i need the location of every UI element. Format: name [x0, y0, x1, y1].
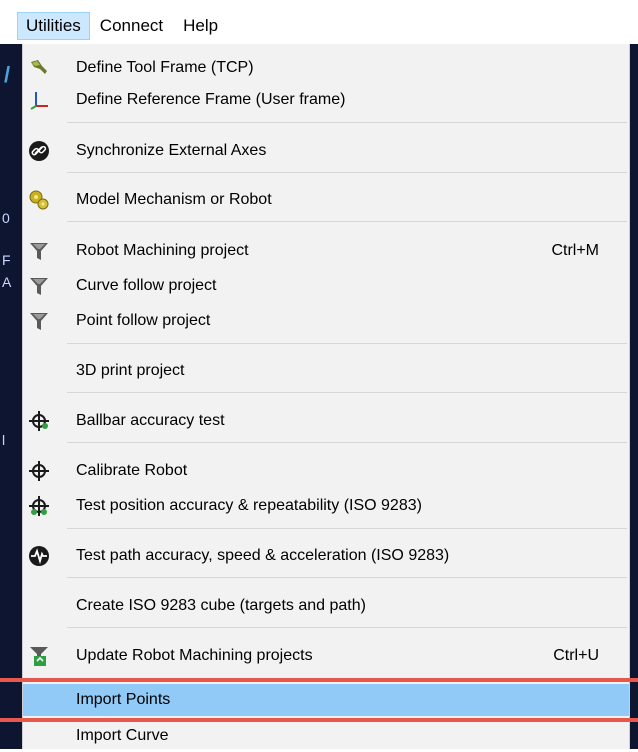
menu-item-create-iso-cube[interactable]: Create ISO 9283 cube (targets and path) [23, 590, 629, 622]
menu-item-define-reference-frame[interactable]: Define Reference Frame (User frame) [23, 84, 629, 116]
menu-item-label: Synchronize External Axes [76, 142, 267, 159]
menu-item-label: Import Curve [76, 727, 169, 744]
update-machining-icon [27, 644, 51, 668]
menu-item-label: Test position accuracy & repeatability (… [76, 497, 422, 514]
menu-item-import-curve[interactable]: Import Curve [23, 720, 629, 752]
menu-item-import-points[interactable]: Import Points [23, 684, 629, 716]
bg-text-fragment: l [2, 432, 6, 448]
funnel-icon [27, 274, 51, 298]
crosshair-green-icon [27, 409, 51, 433]
menu-item-robot-machining-project[interactable]: Robot Machining project Ctrl+M [23, 235, 629, 267]
menu-item-update-robot-machining-projects[interactable]: Update Robot Machining projects Ctrl+U [23, 640, 629, 672]
menu-item-label: Update Robot Machining projects [76, 647, 313, 664]
crosshair-green-icon [27, 494, 51, 518]
reference-frame-icon [27, 88, 51, 112]
waveform-icon [27, 544, 51, 568]
menu-item-3d-print-project[interactable]: 3D print project [23, 355, 629, 387]
bg-text-fragment: 0 [2, 210, 10, 226]
crosshair-icon [27, 459, 51, 483]
menu-item-define-tool-frame[interactable]: Define Tool Frame (TCP) [23, 52, 629, 84]
highlight-border-top [0, 678, 638, 682]
highlight-border-bottom [0, 718, 638, 722]
gears-icon [27, 188, 51, 212]
menu-item-test-position-accuracy[interactable]: Test position accuracy & repeatability (… [23, 490, 629, 522]
menu-item-model-mechanism[interactable]: Model Mechanism or Robot [23, 184, 629, 216]
menu-item-ballbar-accuracy-test[interactable]: Ballbar accuracy test [23, 405, 629, 437]
link-icon [27, 139, 51, 163]
background-app-left: / 0 F A l [0, 44, 22, 749]
utilities-dropdown: Define Tool Frame (TCP) Define Reference… [22, 44, 630, 749]
bg-text-fragment: A [2, 274, 12, 290]
menu-item-label: Ballbar accuracy test [76, 412, 225, 429]
app-logo-fragment: / [4, 62, 11, 87]
menu-item-calibrate-robot[interactable]: Calibrate Robot [23, 455, 629, 487]
menu-item-label: Test path accuracy, speed & acceleration… [76, 547, 450, 564]
menu-help[interactable]: Help [173, 12, 228, 40]
menu-separator [67, 221, 627, 222]
background-app-right [630, 44, 638, 749]
menu-item-label: Import Points [76, 691, 171, 708]
menu-separator [67, 122, 627, 123]
menu-separator [67, 343, 627, 344]
funnel-icon [27, 239, 51, 263]
funnel-icon [27, 309, 51, 333]
menu-connect[interactable]: Connect [90, 12, 173, 40]
menu-separator [67, 442, 627, 443]
menu-item-label: Calibrate Robot [76, 462, 188, 479]
menu-item-label: Curve follow project [76, 277, 217, 294]
menu-item-label: Define Tool Frame (TCP) [76, 59, 254, 76]
shortcut-label: Ctrl+U [553, 647, 599, 664]
bg-text-fragment: F [2, 252, 11, 268]
menu-item-synchronize-external-axes[interactable]: Synchronize External Axes [23, 135, 629, 167]
menu-item-label: Point follow project [76, 312, 211, 329]
menu-separator [67, 172, 627, 173]
menu-item-label: 3D print project [76, 362, 185, 379]
menu-item-label: Model Mechanism or Robot [76, 191, 272, 208]
tool-frame-icon [27, 56, 51, 80]
menu-item-point-follow-project[interactable]: Point follow project [23, 305, 629, 337]
shortcut-label: Ctrl+M [551, 242, 599, 259]
menu-separator [67, 577, 627, 578]
menu-separator [67, 528, 627, 529]
menu-item-test-path-accuracy[interactable]: Test path accuracy, speed & acceleration… [23, 540, 629, 572]
menu-utilities[interactable]: Utilities [17, 12, 90, 40]
menu-item-label: Create ISO 9283 cube (targets and path) [76, 597, 366, 614]
menu-item-label: Robot Machining project [76, 242, 249, 259]
menu-separator [67, 392, 627, 393]
menu-bar: Utilities Connect Help [0, 0, 638, 44]
menu-separator [67, 627, 627, 628]
menu-item-curve-follow-project[interactable]: Curve follow project [23, 270, 629, 302]
menu-item-label: Define Reference Frame (User frame) [76, 91, 346, 108]
